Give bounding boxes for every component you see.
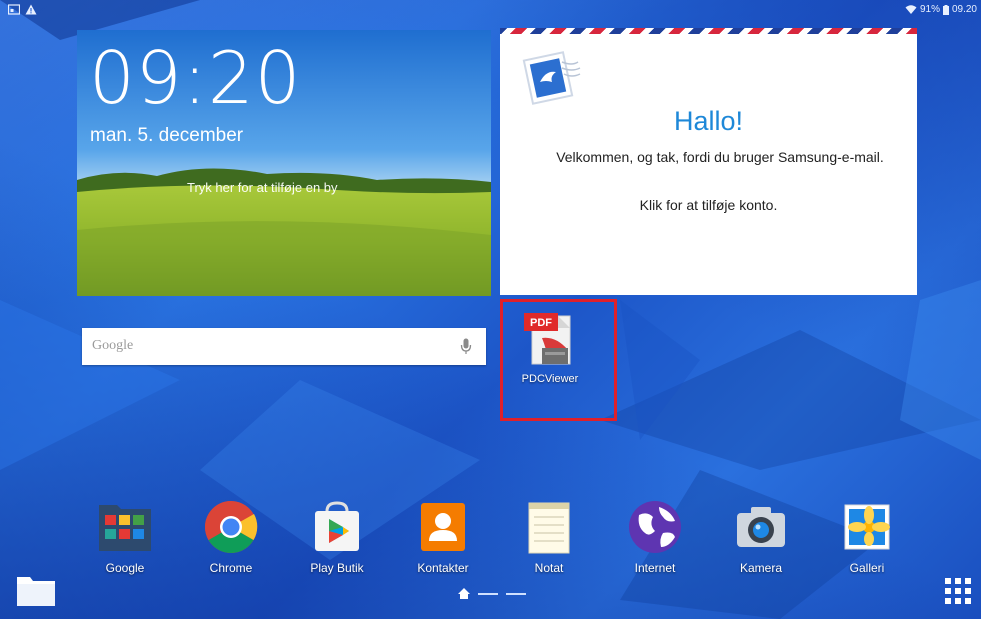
- dock-app-notepad[interactable]: Notat: [509, 497, 589, 575]
- home-page-icon[interactable]: [458, 588, 470, 599]
- play-store-icon: [315, 501, 359, 551]
- battery-percent: 91%: [919, 4, 940, 15]
- add-city-link[interactable]: Tryk her for at tilføje en by: [187, 180, 338, 195]
- clock-time: 09:20: [89, 36, 302, 120]
- email-message: Velkommen, og tak, fordi du bruger Samsu…: [556, 149, 884, 165]
- google-search-bar[interactable]: Google: [82, 328, 486, 365]
- clock-date: man. 5. december: [90, 125, 244, 146]
- dock-app-internet[interactable]: Internet: [615, 497, 695, 575]
- dock-label: Galleri: [849, 561, 885, 575]
- microphone-icon[interactable]: [460, 338, 472, 355]
- globe-icon: [629, 501, 681, 553]
- search-placeholder: Google: [92, 338, 134, 353]
- pdcviewer-app[interactable]: PDF PDCViewer: [520, 310, 580, 385]
- email-title: Hallo!: [673, 106, 744, 136]
- dock-app-contacts[interactable]: Kontakter: [403, 497, 483, 575]
- pdcviewer-label: PDCViewer: [521, 373, 579, 385]
- warning-icon: [25, 4, 37, 15]
- screenshot-icon: [8, 4, 20, 15]
- chrome-icon: [205, 501, 258, 553]
- page-dot[interactable]: [478, 592, 498, 595]
- add-account-link[interactable]: Klik for at tilføje konto.: [500, 197, 917, 213]
- status-time: 09.20: [951, 4, 977, 15]
- camera-icon: [737, 507, 785, 547]
- dock-app-google[interactable]: Google: [85, 497, 165, 575]
- folder-icon[interactable]: [16, 573, 56, 607]
- airmail-border: [500, 28, 917, 34]
- dock-label: Kamera: [739, 561, 783, 575]
- battery-icon: [942, 4, 949, 15]
- google-folder-icon: [99, 505, 151, 551]
- pdf-viewer-icon: PDF: [524, 313, 571, 365]
- clock-widget[interactable]: 09:20 man. 5. december Tryk her for at t…: [77, 30, 491, 296]
- apps-grid-icon[interactable]: [945, 578, 971, 604]
- dock-label: Kontakter: [417, 561, 469, 575]
- email-widget[interactable]: Hallo! Velkommen, og tak, fordi du bruge…: [500, 28, 917, 295]
- contacts-icon: [421, 503, 465, 551]
- status-bar: 91% 09.20: [0, 0, 981, 22]
- gallery-icon: [844, 504, 890, 550]
- page-dot[interactable]: [506, 592, 526, 595]
- stamp-icon: [522, 51, 581, 105]
- dock-label: Play Butik: [310, 561, 364, 575]
- dock-app-chrome[interactable]: Chrome: [191, 497, 271, 575]
- wifi-icon: [905, 5, 917, 14]
- dock-app-play-store[interactable]: Play Butik: [297, 497, 377, 575]
- notepad-icon: [528, 502, 570, 554]
- pdf-badge: PDF: [530, 317, 552, 329]
- dock-label: Chrome: [209, 561, 253, 575]
- page-indicator: [458, 588, 526, 599]
- dock-label: Internet: [634, 561, 676, 575]
- dock-app-camera[interactable]: Kamera: [721, 497, 801, 575]
- dock-label: Notat: [534, 561, 564, 575]
- dock-label: Google: [105, 561, 145, 575]
- dock-app-gallery[interactable]: Galleri: [827, 497, 907, 575]
